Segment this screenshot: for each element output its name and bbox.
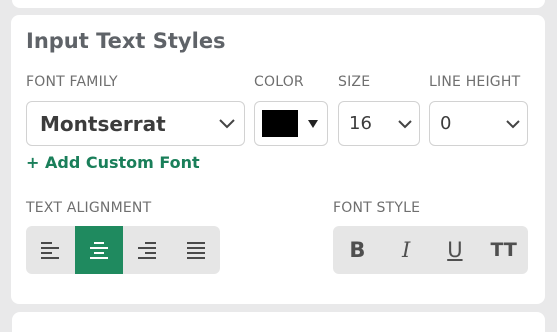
line-height-label: LINE HEIGHT (429, 74, 521, 90)
caret-down-icon (308, 119, 318, 128)
font-family-value: Montserrat (40, 111, 166, 136)
font-style-control: B I U TT (333, 226, 528, 274)
align-justify-icon (186, 242, 205, 259)
align-center-button[interactable] (74, 226, 123, 274)
align-right-button[interactable] (123, 226, 172, 274)
color-swatch (262, 110, 298, 137)
italic-button[interactable]: I (382, 226, 431, 274)
uppercase-button[interactable]: TT (479, 226, 528, 274)
align-left-button[interactable] (26, 226, 75, 274)
font-family-label: FONT FAMILY (26, 74, 118, 90)
align-left-icon (41, 242, 60, 259)
panel-title: Input Text Styles (26, 29, 226, 53)
size-select[interactable]: 16 (338, 101, 420, 146)
bold-button[interactable]: B (333, 226, 382, 274)
size-label: SIZE (338, 74, 371, 90)
next-card-edge (12, 312, 545, 332)
align-center-icon (89, 242, 108, 259)
chevron-down-icon (398, 119, 412, 128)
add-custom-font-link[interactable]: + Add Custom Font (26, 153, 200, 172)
size-value: 16 (349, 113, 372, 134)
color-label: COLOR (254, 74, 304, 90)
line-height-value: 0 (440, 113, 452, 134)
align-right-icon (138, 242, 157, 259)
font-style-label: FONT STYLE (333, 200, 421, 216)
align-justify-button[interactable] (172, 226, 221, 274)
chevron-down-icon (506, 119, 520, 128)
color-picker[interactable] (254, 101, 328, 146)
font-family-select[interactable]: Montserrat (26, 101, 245, 146)
text-alignment-control (26, 226, 220, 274)
previous-card-edge (12, 0, 545, 8)
text-alignment-label: TEXT ALIGNMENT (26, 200, 152, 216)
line-height-select[interactable]: 0 (429, 101, 528, 146)
underline-button[interactable]: U (431, 226, 480, 274)
input-text-styles-card: Input Text Styles FONT FAMILY COLOR SIZE… (11, 15, 545, 304)
chevron-down-icon (219, 118, 235, 128)
